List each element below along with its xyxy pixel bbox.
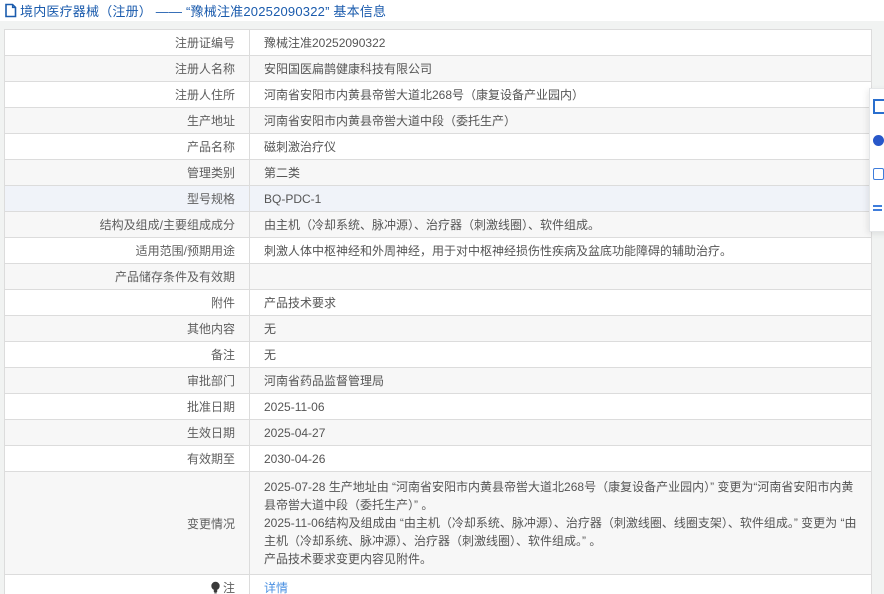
field-value: 2025-11-06 xyxy=(250,394,872,420)
field-value: 刺激人体中枢神经和外周神经，用于对中枢神经损伤性疾病及盆底功能障碍的辅助治疗。 xyxy=(250,238,872,264)
field-label: 产品储存条件及有效期 xyxy=(5,264,250,290)
field-label: 其他内容 xyxy=(5,316,250,342)
table-row-reg-cert-no: 注册证编号 豫械注准20252090322 xyxy=(5,30,872,56)
field-value: 第二类 xyxy=(250,160,872,186)
field-value xyxy=(250,264,872,290)
table-row-intended-use: 适用范围/预期用途 刺激人体中枢神经和外周神经，用于对中枢神经损伤性疾病及盆底功… xyxy=(5,238,872,264)
note-label: 注 xyxy=(223,581,235,594)
field-label: 结构及组成/主要组成成分 xyxy=(5,212,250,238)
field-value: 磁刺激治疗仪 xyxy=(250,134,872,160)
field-value: 2025-07-28 生产地址由 “河南省安阳市内黄县帝喾大道北268号（康复设… xyxy=(250,472,872,575)
table-row-structure-composition: 结构及组成/主要组成成分 由主机（冷却系统、脉冲源）、治疗器（刺激线圈）、软件组… xyxy=(5,212,872,238)
table-row-product-name: 产品名称 磁刺激治疗仪 xyxy=(5,134,872,160)
field-label: 产品名称 xyxy=(5,134,250,160)
table-row-storage-conditions: 产品储存条件及有效期 xyxy=(5,264,872,290)
field-value: 无 xyxy=(250,316,872,342)
table-row-expiry-date: 有效期至 2030-04-26 xyxy=(5,446,872,472)
toolbar-square-icon[interactable] xyxy=(870,157,884,191)
change-paragraph: 2025-11-06结构及组成由 “由主机（冷却系统、脉冲源）、治疗器（刺激线圈… xyxy=(264,514,857,550)
field-label: 生产地址 xyxy=(5,108,250,134)
field-label: 附件 xyxy=(5,290,250,316)
table-row-other-content: 其他内容 无 xyxy=(5,316,872,342)
document-icon xyxy=(4,3,17,18)
detail-link[interactable]: 详情 xyxy=(264,581,288,594)
floating-toolbar xyxy=(869,88,884,232)
field-value: 安阳国医扁鹊健康科技有限公司 xyxy=(250,56,872,82)
device-info-table: 注册证编号 豫械注准20252090322 注册人名称 安阳国医扁鹊健康科技有限… xyxy=(4,29,872,594)
change-paragraph: 产品技术要求变更内容见附件。 xyxy=(264,550,857,568)
field-label: 型号规格 xyxy=(5,186,250,212)
field-value: 无 xyxy=(250,342,872,368)
field-label: 生效日期 xyxy=(5,420,250,446)
table-row-management-class: 管理类别 第二类 xyxy=(5,160,872,186)
header-bar: 境内医疗器械（注册） —— “豫械注准20252090322” 基本信息 xyxy=(0,0,884,21)
field-value: 2025-04-27 xyxy=(250,420,872,446)
field-label: 注册证编号 xyxy=(5,30,250,56)
table-row-remarks: 备注 无 xyxy=(5,342,872,368)
field-value: 2030-04-26 xyxy=(250,446,872,472)
field-value: 由主机（冷却系统、脉冲源）、治疗器（刺激线圈）、软件组成。 xyxy=(250,212,872,238)
change-paragraph: 2025-07-28 生产地址由 “河南省安阳市内黄县帝喾大道北268号（康复设… xyxy=(264,478,857,514)
field-value: 产品技术要求 xyxy=(250,290,872,316)
field-value: 河南省安阳市内黄县帝喾大道中段（委托生产） xyxy=(250,108,872,134)
field-value: 河南省药品监督管理局 xyxy=(250,368,872,394)
field-label: 审批部门 xyxy=(5,368,250,394)
field-label: 批准日期 xyxy=(5,394,250,420)
table-row-registrant-name: 注册人名称 安阳国医扁鹊健康科技有限公司 xyxy=(5,56,872,82)
table-row-model-spec: 型号规格 BQ-PDC-1 xyxy=(5,186,872,212)
table-row-approval-date: 批准日期 2025-11-06 xyxy=(5,394,872,420)
field-value: 河南省安阳市内黄县帝喾大道北268号（康复设备产业园内） xyxy=(250,82,872,108)
toolbar-bracket-icon[interactable] xyxy=(870,89,884,123)
table-row-approval-department: 审批部门 河南省药品监督管理局 xyxy=(5,368,872,394)
field-label: 注册人名称 xyxy=(5,56,250,82)
field-value: 详情 xyxy=(250,575,872,594)
table-row-change-history: 变更情况 2025-07-28 生产地址由 “河南省安阳市内黄县帝喾大道北268… xyxy=(5,472,872,575)
field-label: 注册人住所 xyxy=(5,82,250,108)
field-value: 豫械注准20252090322 xyxy=(250,30,872,56)
table-row-registrant-address: 注册人住所 河南省安阳市内黄县帝喾大道北268号（康复设备产业园内） xyxy=(5,82,872,108)
field-label: 变更情况 xyxy=(5,472,250,575)
page-title: 境内医疗器械（注册） —— “豫械注准20252090322” 基本信息 xyxy=(20,1,386,20)
table-row-attachments: 附件 产品技术要求 xyxy=(5,290,872,316)
field-label: 注 xyxy=(5,575,250,594)
table-row-effective-date: 生效日期 2025-04-27 xyxy=(5,420,872,446)
field-label: 备注 xyxy=(5,342,250,368)
field-label: 适用范围/预期用途 xyxy=(5,238,250,264)
table-row-production-address: 生产地址 河南省安阳市内黄县帝喾大道中段（委托生产） xyxy=(5,108,872,134)
toolbar-lines-icon[interactable] xyxy=(870,191,884,225)
field-value: BQ-PDC-1 xyxy=(250,186,872,212)
field-label: 有效期至 xyxy=(5,446,250,472)
bulb-icon xyxy=(210,581,221,594)
field-label: 管理类别 xyxy=(5,160,250,186)
toolbar-circle-icon[interactable] xyxy=(870,123,884,157)
table-row-note: 注 详情 xyxy=(5,575,872,594)
